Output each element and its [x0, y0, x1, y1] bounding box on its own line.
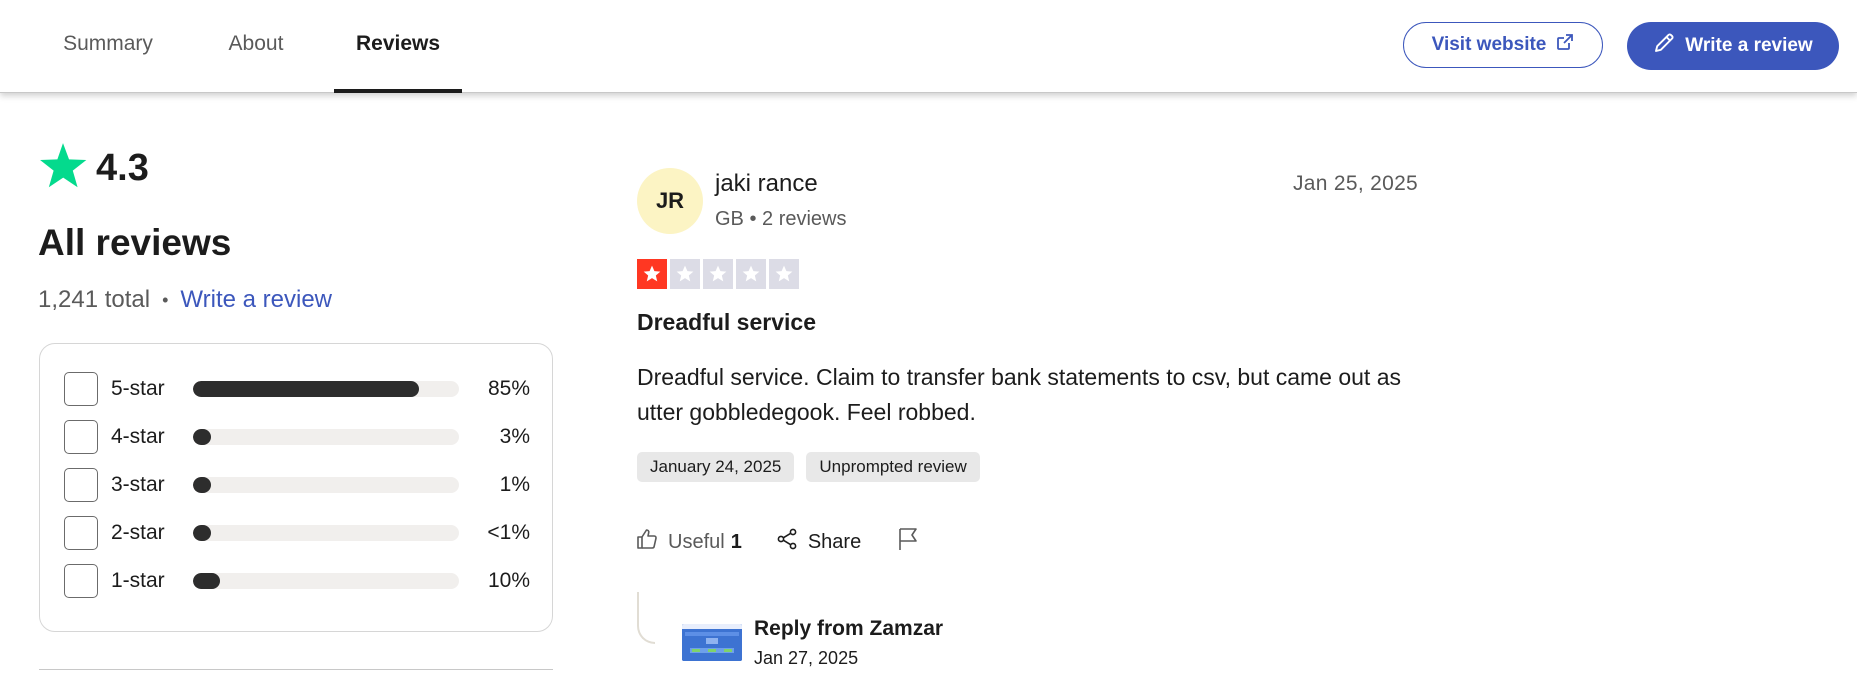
- reviewer-name[interactable]: jaki rance: [715, 170, 818, 198]
- useful-label: Useful: [668, 530, 725, 553]
- distribution-row-3-star[interactable]: 3-star 1%: [64, 467, 530, 503]
- pencil-icon: [1653, 32, 1675, 60]
- empty-star-icon: [736, 259, 766, 289]
- reply-from: Reply from Zamzar: [754, 617, 944, 640]
- distribution-bar-fill: [193, 525, 211, 541]
- experience-date-tag: January 24, 2025: [637, 452, 795, 482]
- review-tags: January 24, 2025 Unprompted review: [637, 452, 980, 482]
- distribution-bar-track: [193, 429, 459, 445]
- filter-checkbox-5-star[interactable]: [64, 372, 98, 406]
- tab-about[interactable]: About: [225, 0, 287, 92]
- empty-star-icon: [769, 259, 799, 289]
- star-rating: [637, 259, 799, 289]
- tab-reviews[interactable]: Reviews: [334, 0, 462, 93]
- share-icon: [776, 528, 798, 556]
- reviewer-meta: GB • 2 reviews: [715, 208, 847, 230]
- write-review-link[interactable]: Write a review: [180, 286, 332, 314]
- review-total: 1,241 total: [38, 286, 151, 313]
- distribution-row-5-star[interactable]: 5-star 85%: [64, 371, 530, 407]
- distribution-percent: 10%: [487, 569, 530, 592]
- distribution-bar-fill: [193, 573, 220, 589]
- filter-checkbox-2-star[interactable]: [64, 516, 98, 550]
- distribution-bar-fill: [193, 477, 211, 493]
- unprompted-review-tag[interactable]: Unprompted review: [806, 452, 980, 482]
- report-flag-button[interactable]: [897, 527, 919, 557]
- share-button[interactable]: Share: [776, 528, 861, 556]
- distribution-percent: 1%: [499, 473, 530, 496]
- distribution-label: 3-star: [111, 473, 165, 496]
- distribution-bar-track: [193, 381, 459, 397]
- distribution-bar-fill: [193, 429, 211, 445]
- distribution-percent: 85%: [487, 377, 530, 400]
- distribution-bar-track: [193, 477, 459, 493]
- empty-star-icon: [670, 259, 700, 289]
- useful-button[interactable]: Useful 1: [636, 528, 742, 556]
- review-total-row: 1,241 total • Write a review: [38, 286, 332, 314]
- filter-checkbox-1-star[interactable]: [64, 564, 98, 598]
- review-body: Dreadful service. Claim to transfer bank…: [637, 364, 1402, 425]
- thumbs-up-icon: [636, 528, 658, 556]
- review-title[interactable]: Dreadful service: [637, 309, 816, 336]
- distribution-row-4-star[interactable]: 4-star 3%: [64, 419, 530, 455]
- tab-summary[interactable]: Summary: [62, 0, 154, 92]
- distribution-label: 5-star: [111, 377, 165, 400]
- filter-checkbox-3-star[interactable]: [64, 468, 98, 502]
- reply-connector: [637, 592, 655, 644]
- company-logo: [682, 624, 742, 661]
- visit-website-label: Visit website: [1431, 34, 1547, 55]
- reply-date: Jan 27, 2025: [754, 648, 859, 668]
- share-label: Share: [807, 530, 862, 553]
- review-date: Jan 25, 2025: [1293, 172, 1419, 195]
- visit-website-button[interactable]: Visit website: [1403, 22, 1603, 68]
- filled-star-icon: [637, 259, 667, 289]
- write-review-label: Write a review: [1685, 35, 1813, 56]
- empty-star-icon: [703, 259, 733, 289]
- star-distribution-filter: 5-star 85% 4-star 3% 3-star 1% 2-star <1…: [39, 343, 553, 632]
- useful-count: 1: [730, 530, 742, 553]
- divider: [39, 669, 553, 670]
- green-star-icon: [38, 142, 88, 195]
- all-reviews-heading: All reviews: [38, 222, 232, 263]
- flag-icon: [897, 527, 919, 557]
- distribution-label: 4-star: [111, 425, 165, 448]
- distribution-bar-fill: [193, 381, 420, 397]
- distribution-label: 1-star: [111, 569, 165, 592]
- rating-value: 4.3: [96, 147, 149, 189]
- distribution-row-2-star[interactable]: 2-star <1%: [64, 515, 530, 551]
- separator-dot: •: [162, 289, 169, 310]
- distribution-bar-track: [193, 525, 459, 541]
- distribution-row-1-star[interactable]: 1-star 10%: [64, 563, 530, 599]
- avatar[interactable]: JR: [637, 168, 703, 234]
- distribution-percent: <1%: [487, 521, 530, 544]
- write-review-button[interactable]: Write a review: [1627, 22, 1839, 70]
- overall-rating: 4.3: [38, 142, 149, 195]
- distribution-bar-track: [193, 573, 459, 589]
- distribution-percent: 3%: [499, 425, 530, 448]
- filter-checkbox-4-star[interactable]: [64, 420, 98, 454]
- top-nav: Summary About Reviews Visit website Writ…: [0, 0, 1857, 93]
- review-actions: Useful 1 Share: [636, 527, 919, 557]
- external-link-icon: [1556, 33, 1574, 57]
- distribution-label: 2-star: [111, 521, 165, 544]
